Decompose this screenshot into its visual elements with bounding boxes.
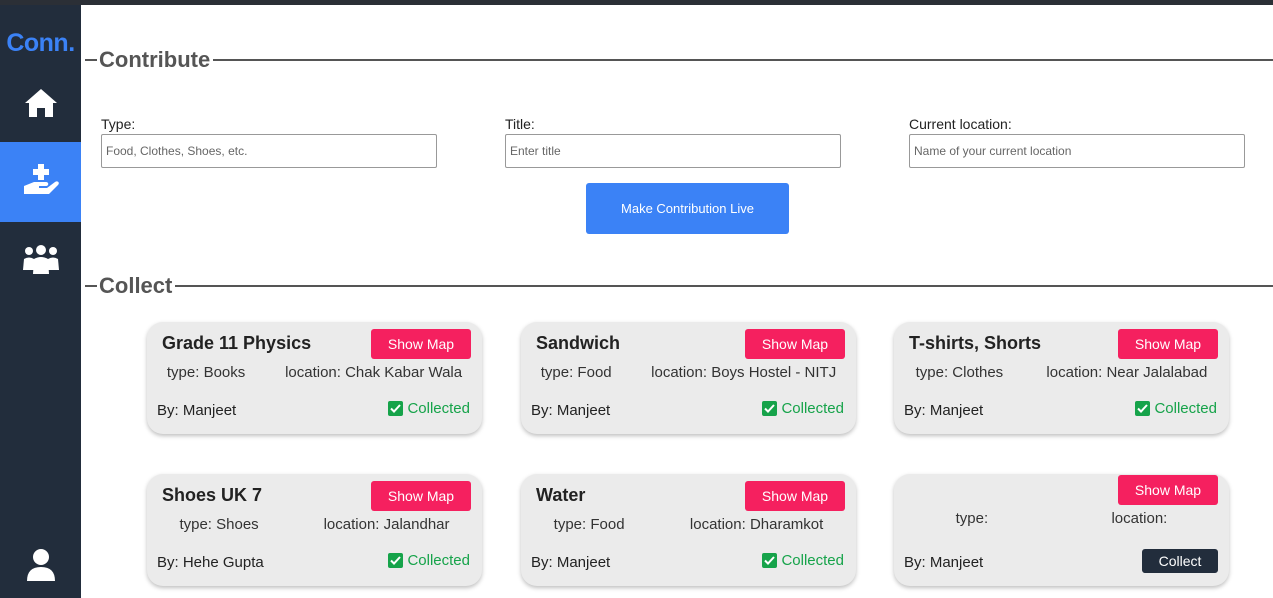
collected-status: Collected: [388, 552, 470, 569]
brand-logo[interactable]: Conn.: [0, 29, 81, 58]
collected-status: Collected: [388, 400, 470, 417]
show-map-button[interactable]: Show Map: [1118, 329, 1218, 359]
card-meta: type: Shoes location: Jalandhar: [147, 516, 482, 533]
card-meta: type: Clothes location: Near Jalalabad: [894, 364, 1229, 381]
card-meta: type: Books location: Chak Kabar Wala: [147, 364, 482, 381]
collected-label: Collected: [1154, 400, 1217, 417]
home-icon: [23, 87, 59, 123]
check-icon: [388, 553, 404, 568]
card-meta: type: location:: [894, 510, 1229, 527]
sidebar-item-contribute[interactable]: [0, 142, 81, 222]
collect-section-header: Collect: [81, 271, 1273, 301]
collected-label: Collected: [407, 552, 470, 569]
location-label: Current location:: [909, 116, 1012, 132]
contribution-card: Shoes UK 7 Show Map type: Shoes location…: [147, 474, 482, 586]
sidebar-item-profile[interactable]: [0, 536, 81, 598]
card-author: By: Hehe Gupta: [157, 554, 264, 571]
card-type: type: Clothes: [915, 364, 1004, 381]
card-author: By: Manjeet: [531, 554, 611, 571]
card-type: type: Shoes: [179, 516, 259, 533]
sidebar: Conn.: [0, 5, 81, 598]
location-field: Current location:: [909, 116, 1245, 168]
show-map-button[interactable]: Show Map: [745, 329, 845, 359]
contribution-card: Sandwich Show Map type: Food location: B…: [521, 322, 856, 434]
card-author: By: Manjeet: [531, 402, 611, 419]
make-contribution-live-button[interactable]: Make Contribution Live: [586, 183, 789, 234]
collected-status: Collected: [1135, 400, 1217, 417]
card-title: Sandwich: [536, 333, 621, 353]
sidebar-item-home[interactable]: [0, 65, 81, 145]
type-label: Type:: [101, 116, 136, 132]
card-type: type: Books: [166, 364, 246, 381]
collect-heading: Collect: [99, 273, 173, 298]
collected-status: Collected: [762, 400, 844, 417]
card-author: By: Manjeet: [904, 554, 984, 571]
card-location: location: Chak Kabar Wala: [285, 364, 463, 381]
card-location: location: Boys Hostel - NITJ: [651, 364, 837, 381]
hand-plus-icon: [22, 162, 60, 202]
check-icon: [762, 401, 778, 416]
show-map-button[interactable]: Show Map: [371, 329, 471, 359]
title-input[interactable]: [505, 134, 841, 168]
collected-label: Collected: [781, 552, 844, 569]
main-content: Contribute Type: Title: Current location…: [81, 5, 1273, 598]
title-field: Title:: [505, 116, 841, 168]
contribution-card: Grade 11 Physics Show Map type: Books lo…: [147, 322, 482, 434]
show-map-button[interactable]: Show Map: [371, 481, 471, 511]
card-location: location: Jalandhar: [323, 516, 450, 533]
card-title: T-shirts, Shorts: [909, 333, 1042, 353]
card-title: Grade 11 Physics: [162, 333, 312, 353]
check-icon: [762, 553, 778, 568]
show-map-button[interactable]: Show Map: [745, 481, 845, 511]
card-type: type: Food: [553, 516, 625, 533]
card-author: By: Manjeet: [157, 402, 237, 419]
location-input[interactable]: [909, 134, 1245, 168]
contribution-card: Show Map type: location: By: Manjeet Col…: [894, 474, 1229, 586]
card-location: location: Near Jalalabad: [1046, 364, 1208, 381]
card-author: By: Manjeet: [904, 402, 984, 419]
collect-button[interactable]: Collect: [1142, 549, 1218, 573]
collected-label: Collected: [781, 400, 844, 417]
title-label: Title:: [505, 116, 535, 132]
sidebar-item-community[interactable]: [0, 222, 81, 302]
card-meta: type: Food location: Boys Hostel - NITJ: [521, 364, 856, 381]
card-title: Shoes UK 7: [162, 485, 263, 505]
contribution-card: Water Show Map type: Food location: Dhar…: [521, 474, 856, 586]
check-icon: [388, 401, 404, 416]
type-input[interactable]: [101, 134, 437, 168]
check-icon: [1135, 401, 1151, 416]
divider: [175, 285, 1273, 287]
contribute-section-header: Contribute: [81, 45, 1273, 75]
collected-label: Collected: [407, 400, 470, 417]
contribute-heading: Contribute: [99, 47, 211, 72]
card-type: type: Food: [540, 364, 612, 381]
divider: [85, 59, 97, 61]
show-map-button[interactable]: Show Map: [1118, 475, 1218, 505]
card-meta: type: Food location: Dharamkot: [521, 516, 856, 533]
collected-status: Collected: [762, 552, 844, 569]
type-field: Type:: [101, 116, 437, 168]
card-title: Water: [536, 485, 586, 505]
user-icon: [26, 548, 56, 586]
card-type: type:: [955, 510, 989, 527]
people-icon: [21, 244, 61, 280]
contribution-card: T-shirts, Shorts Show Map type: Clothes …: [894, 322, 1229, 434]
card-location: location: Dharamkot: [689, 516, 824, 533]
card-location: location:: [1111, 510, 1168, 527]
divider: [213, 59, 1273, 61]
divider: [85, 285, 97, 287]
